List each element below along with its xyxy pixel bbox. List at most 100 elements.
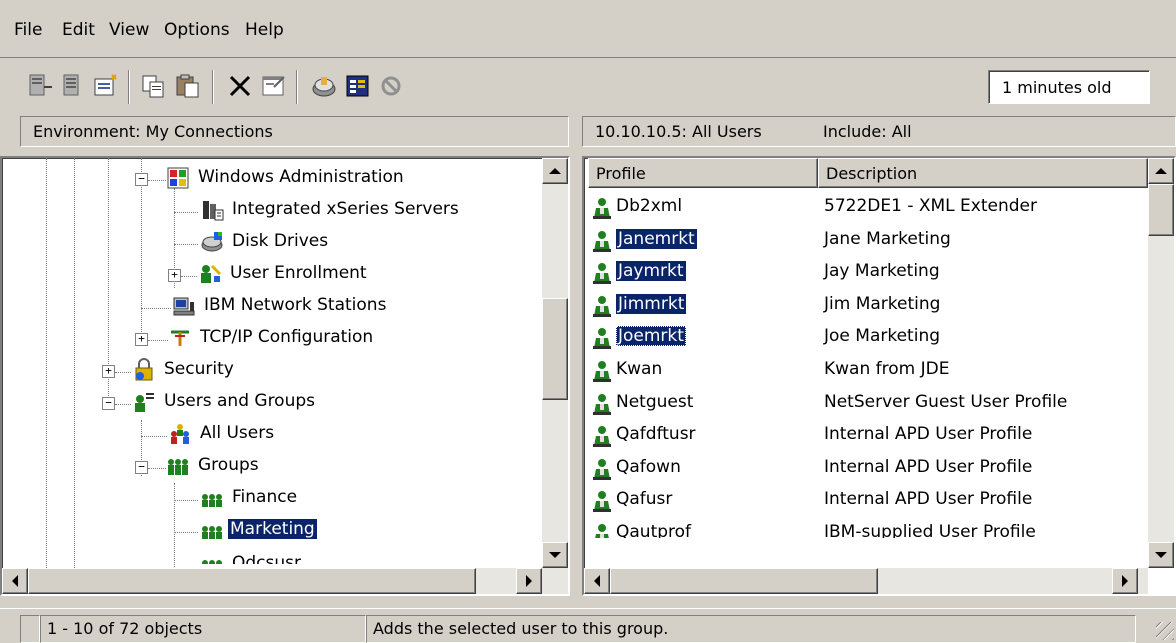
table-row[interactable]: Db2xml 5722DE1 - XML Extender <box>584 192 1148 224</box>
scroll-up-button[interactable] <box>542 158 568 184</box>
tree-label: Disk Drives <box>232 231 329 251</box>
tree-item-ibm-network-stations[interactable]: IBM Network Stations <box>2 292 542 322</box>
description-cell: IBM-supplied User Profile <box>824 522 1036 538</box>
scroll-thumb[interactable] <box>610 568 878 594</box>
expand-icon[interactable]: + <box>135 333 148 346</box>
collapse-icon[interactable]: − <box>135 461 148 474</box>
tree-guide <box>148 468 166 469</box>
group-icon <box>202 526 222 539</box>
menu-file[interactable]: File <box>14 20 42 40</box>
collapse-icon[interactable]: − <box>135 173 148 186</box>
tree-label: Users and Groups <box>164 391 316 411</box>
tree-label: Integrated xSeries Servers <box>232 199 459 219</box>
arrow-right-icon <box>526 575 532 587</box>
toolbar-separator <box>212 70 214 104</box>
profile-cell: Db2xml <box>616 196 683 216</box>
table-row[interactable]: Kwan Kwan from JDE <box>584 355 1148 387</box>
new-icon[interactable] <box>92 71 120 101</box>
user-profile-icon <box>593 458 611 480</box>
list-horizontal-scrollbar[interactable] <box>584 568 1148 594</box>
views-icon[interactable] <box>344 71 372 101</box>
tree-item-user-enrollment[interactable]: + User Enrollment <box>2 260 542 290</box>
tree-item-security[interactable]: + Security <box>2 356 542 386</box>
tree-guide <box>148 340 168 341</box>
scroll-thumb[interactable] <box>28 568 476 594</box>
column-header-description[interactable]: Description <box>818 158 1148 188</box>
tree-guide <box>141 308 171 309</box>
table-row[interactable]: Janemrkt Jane Marketing <box>584 225 1148 257</box>
connect-icon[interactable] <box>26 71 54 101</box>
tree-label: All Users <box>200 423 275 443</box>
server-icon <box>203 201 224 221</box>
menu-options[interactable]: Options <box>164 20 230 40</box>
list-vertical-scrollbar[interactable] <box>1148 158 1174 568</box>
copy-icon[interactable] <box>140 71 168 101</box>
table-row[interactable]: Joemrkt Joe Marketing <box>584 322 1148 354</box>
stop-icon[interactable] <box>378 71 406 101</box>
tree-guide <box>174 212 198 213</box>
scroll-down-button[interactable] <box>542 542 568 568</box>
tree-item-disk-drives[interactable]: Disk Drives <box>2 228 542 258</box>
tree-item-users-and-groups[interactable]: − Users and Groups <box>2 388 542 418</box>
profile-cell: Netguest <box>616 391 694 412</box>
resize-grip[interactable] <box>1156 622 1174 640</box>
table-row[interactable]: Qafusr Internal APD User Profile <box>584 485 1148 517</box>
all-users-icon <box>171 424 189 444</box>
tcpip-icon <box>171 330 189 346</box>
scroll-down-button[interactable] <box>1148 542 1174 568</box>
tree-item-finance[interactable]: Finance <box>2 484 542 514</box>
user-profile-icon <box>593 198 611 219</box>
tree-item-all-users[interactable]: All Users <box>2 420 542 450</box>
scroll-thumb[interactable] <box>542 298 568 400</box>
table-row[interactable]: Qafdftusr Internal APD User Profile <box>584 420 1148 452</box>
scroll-right-button[interactable] <box>516 568 542 594</box>
tree-vertical-scrollbar[interactable] <box>542 158 568 568</box>
delete-icon[interactable] <box>226 71 254 101</box>
table-row[interactable]: Jimmrkt Jim Marketing <box>584 290 1148 322</box>
scroll-left-button[interactable] <box>584 568 610 594</box>
description-cell: Kwan from JDE <box>824 359 950 379</box>
menu-edit[interactable]: Edit <box>62 20 95 40</box>
menu-view[interactable]: View <box>109 20 149 40</box>
scroll-up-button[interactable] <box>1148 158 1174 184</box>
collapse-icon[interactable]: − <box>102 397 115 410</box>
arrow-left-icon <box>12 575 18 587</box>
profile-cell: Qafown <box>616 456 681 477</box>
tree-label: IBM Network Stations <box>204 295 387 315</box>
table-row[interactable]: Jaymrkt Jay Marketing <box>584 257 1148 289</box>
expand-icon[interactable]: + <box>102 365 115 378</box>
tree-item-windows-administration[interactable]: − Windows Administration <box>2 164 542 194</box>
tree-item-groups[interactable]: − Groups <box>2 452 542 482</box>
tree-item-odcsusr[interactable]: Odcsusr <box>2 550 542 564</box>
tree-item-integrated-xseries-servers[interactable]: Integrated xSeries Servers <box>2 196 542 226</box>
disconnect-icon[interactable] <box>58 71 86 101</box>
tree-label: Groups <box>198 455 259 475</box>
tree-guide <box>148 180 166 181</box>
column-header-profile[interactable]: Profile <box>588 158 818 188</box>
tree-guide <box>174 244 198 245</box>
table-row[interactable]: Qautprof IBM-supplied User Profile <box>584 518 1148 538</box>
table-row[interactable]: Qafown Internal APD User Profile <box>584 453 1148 485</box>
monitor-icon[interactable] <box>310 71 338 101</box>
arrow-down-icon <box>549 552 561 558</box>
tree-item-marketing[interactable]: Marketing <box>2 516 542 546</box>
menu-help[interactable]: Help <box>245 20 284 40</box>
status-spacer <box>20 615 40 643</box>
scroll-thumb[interactable] <box>1148 184 1174 236</box>
scroll-left-button[interactable] <box>2 568 28 594</box>
arrow-up-icon <box>549 168 561 174</box>
windows-administration-icon <box>167 167 189 189</box>
expand-icon[interactable]: + <box>168 269 181 282</box>
description-cell: Jim Marketing <box>824 293 941 314</box>
profile-cell: Joemrkt <box>616 326 686 347</box>
list-header: 10.10.10.5: All Users Include: All <box>582 116 1176 147</box>
arrow-right-icon <box>1122 575 1128 587</box>
arrow-left-icon <box>594 575 600 587</box>
tree-item-tcpip-configuration[interactable]: + TCP/IP Configuration <box>2 324 542 354</box>
tree-horizontal-scrollbar[interactable] <box>2 568 568 594</box>
toolbar-separator <box>296 70 298 104</box>
properties-icon[interactable] <box>260 71 288 101</box>
paste-icon[interactable] <box>174 71 202 101</box>
scroll-right-button[interactable] <box>1112 568 1138 594</box>
table-row[interactable]: Netguest NetServer Guest User Profile <box>584 388 1148 420</box>
